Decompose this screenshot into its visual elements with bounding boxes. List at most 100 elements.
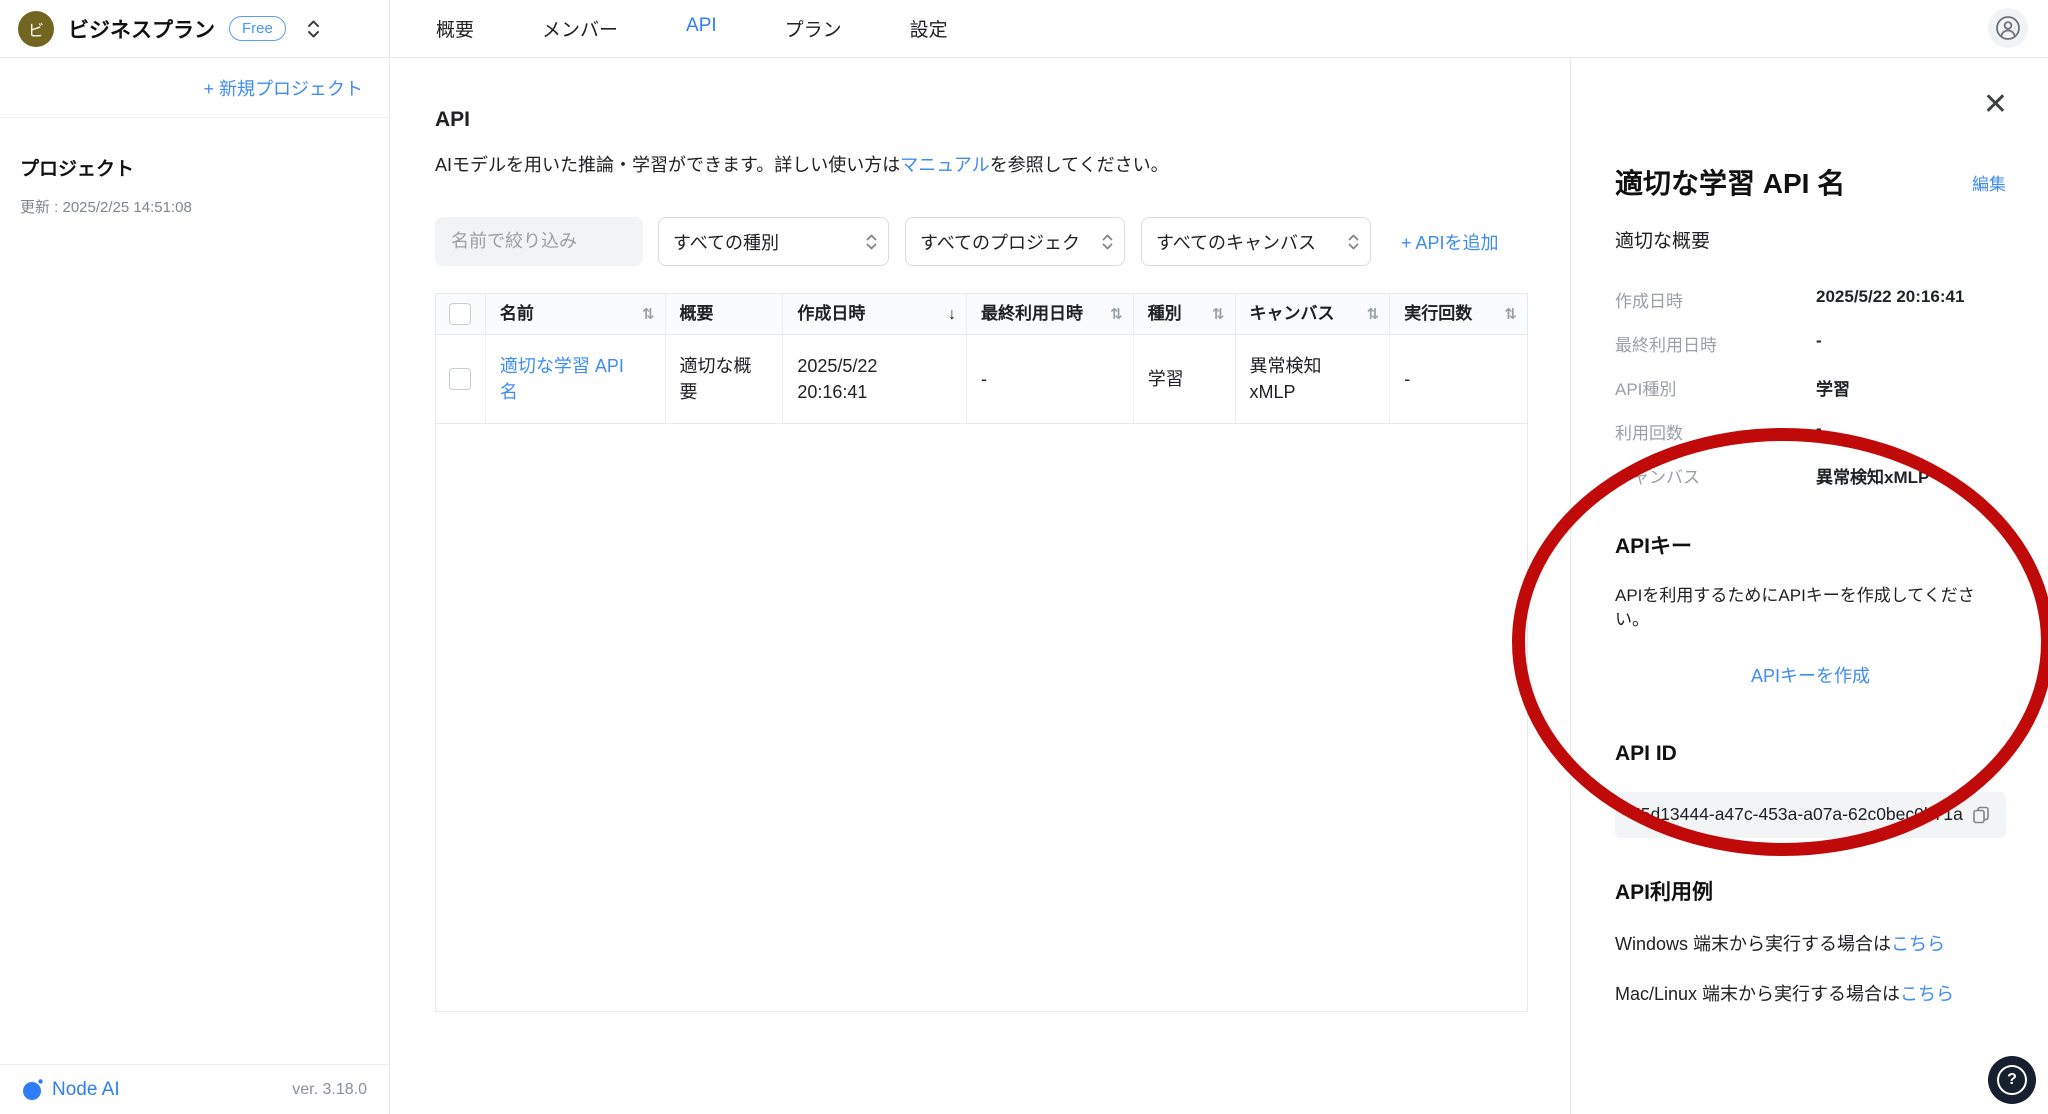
column-label: 最終利用日時 xyxy=(981,302,1083,327)
tab-plan[interactable]: プラン xyxy=(785,15,842,42)
page-title: API xyxy=(435,108,1570,132)
canvas-text: 異常検知xMLP xyxy=(1250,353,1350,405)
type-filter-select[interactable]: すべての種別 xyxy=(658,217,889,266)
api-key-heading: APIキー xyxy=(1615,530,2006,560)
column-header-created[interactable]: 作成日時 ↓ xyxy=(783,294,967,334)
detail-label: 最終利用日時 xyxy=(1615,331,1816,356)
description-text-suffix: を参照してください。 xyxy=(990,155,1169,175)
detail-row-usage-count: 利用回数 - xyxy=(1615,419,2006,444)
create-api-key-button[interactable]: APIキーを作成 xyxy=(1751,666,1870,686)
usage-windows-link[interactable]: こちら xyxy=(1891,934,1945,954)
user-avatar-icon[interactable] xyxy=(1988,8,2028,48)
tab-settings[interactable]: 設定 xyxy=(910,15,948,42)
workspace-selector[interactable]: ビ ビジネスプラン Free xyxy=(0,0,390,57)
node-ai-logo-icon xyxy=(22,1078,44,1102)
detail-label: 利用回数 xyxy=(1615,419,1816,444)
node-ai-logo: Node AI xyxy=(22,1078,120,1102)
table-row: 適切な学習 API 名 適切な概要 2025/5/22 20:16:41 - 学… xyxy=(436,335,1527,424)
select-all-cell xyxy=(436,294,486,334)
column-header-runs[interactable]: 実行回数 ⇅ xyxy=(1390,294,1527,334)
sort-desc-icon[interactable]: ↓ xyxy=(948,303,956,326)
sidebar-footer: Node AI ver. 3.18.0 xyxy=(0,1064,389,1114)
canvas-filter-value: すべてのキャンバス xyxy=(1156,229,1316,255)
api-id-box: 55d13444-a47c-453a-a07a-62c0bec0b71a xyxy=(1615,792,2006,838)
cell-runs: - xyxy=(1390,335,1527,423)
column-header-canvas[interactable]: キャンバス ⇅ xyxy=(1236,294,1391,334)
api-usage-heading: API利用例 xyxy=(1615,876,2006,906)
tab-overview[interactable]: 概要 xyxy=(436,15,474,42)
detail-label: 作成日時 xyxy=(1615,287,1816,312)
app-window: ビ ビジネスプラン Free 概要 メンバー API プラン 設定 + 新規プロ… xyxy=(0,0,2048,1114)
column-header-last-used[interactable]: 最終利用日時 ⇅ xyxy=(967,294,1134,334)
sort-icon[interactable]: ⇅ xyxy=(1504,304,1517,326)
help-button[interactable]: ? xyxy=(1988,1056,2036,1104)
new-project-button[interactable]: + 新規プロジェクト xyxy=(203,75,363,101)
detail-value: 異常検知xMLP xyxy=(1816,463,1929,488)
detail-row-last-used: 最終利用日時 - xyxy=(1615,331,2006,356)
sidebar-section-title: プロジェクト xyxy=(20,154,389,181)
workspace-name: ビジネスプラン xyxy=(68,14,215,44)
description-text: AIモデルを用いた推論・学習ができます。詳しい使い方は xyxy=(435,155,900,175)
node-ai-logo-text: Node AI xyxy=(52,1079,120,1101)
api-table: 名前 ⇅ 概要 作成日時 ↓ 最終利用日時 ⇅ 種別 ⇅ xyxy=(435,293,1528,1012)
top-bar: ビ ビジネスプラン Free 概要 メンバー API プラン 設定 xyxy=(0,0,2048,58)
cell-canvas: 異常検知xMLP xyxy=(1236,335,1391,423)
chevron-up-down-icon[interactable] xyxy=(306,17,321,41)
detail-list: 作成日時 2025/5/22 20:16:41 最終利用日時 - API種別 学… xyxy=(1615,287,2006,488)
workspace-avatar: ビ xyxy=(18,11,54,47)
row-checkbox[interactable] xyxy=(449,368,471,390)
select-all-checkbox[interactable] xyxy=(449,303,471,325)
usage-mac-link[interactable]: こちら xyxy=(1900,984,1954,1004)
created-text: 2025/5/22 20:16:41 xyxy=(797,353,952,405)
new-project-row: + 新規プロジェクト xyxy=(0,58,389,118)
chevron-up-down-icon xyxy=(1347,231,1360,253)
column-label: 種別 xyxy=(1148,302,1182,327)
plan-badge: Free xyxy=(229,16,286,42)
edit-button[interactable]: 編集 xyxy=(1972,170,2006,195)
column-header-name[interactable]: 名前 ⇅ xyxy=(486,294,666,334)
type-text: 学習 xyxy=(1148,366,1184,392)
detail-value: - xyxy=(1816,331,1822,356)
chevron-up-down-icon xyxy=(1101,231,1114,253)
detail-row-created: 作成日時 2025/5/22 20:16:41 xyxy=(1615,287,2006,312)
table-header-row: 名前 ⇅ 概要 作成日時 ↓ 最終利用日時 ⇅ 種別 ⇅ xyxy=(436,294,1527,335)
canvas-filter-select[interactable]: すべてのキャンバス xyxy=(1141,217,1371,266)
usage-windows-line: Windows 端末から実行する場合はこちら xyxy=(1615,930,2006,956)
app-version: ver. 3.18.0 xyxy=(292,1081,367,1099)
sort-icon[interactable]: ⇅ xyxy=(642,304,655,326)
runs-text: - xyxy=(1404,366,1410,392)
search-input[interactable] xyxy=(435,217,643,266)
column-header-type[interactable]: 種別 ⇅ xyxy=(1134,294,1236,334)
page-description: AIモデルを用いた推論・学習ができます。詳しい使い方はマニュアルを参照してくださ… xyxy=(435,154,1570,177)
sort-icon[interactable]: ⇅ xyxy=(1212,304,1225,326)
project-updated-timestamp: 更新 : 2025/2/25 14:51:08 xyxy=(20,196,389,217)
copy-icon[interactable] xyxy=(1970,804,1992,826)
sort-icon[interactable]: ⇅ xyxy=(1367,304,1380,326)
detail-panel: ✕ 適切な学習 API 名 編集 適切な概要 作成日時 2025/5/22 20… xyxy=(1570,58,2048,1114)
tab-api[interactable]: API xyxy=(686,15,717,42)
column-label: 名前 xyxy=(500,302,534,327)
main-tabs: 概要 メンバー API プラン 設定 xyxy=(436,15,948,42)
cell-name: 適切な学習 API 名 xyxy=(486,335,666,423)
close-icon[interactable]: ✕ xyxy=(1983,90,2008,120)
detail-row-api-type: API種別 学習 xyxy=(1615,375,2006,400)
column-label: キャンバス xyxy=(1250,302,1335,327)
api-name-link[interactable]: 適切な学習 API 名 xyxy=(500,353,635,405)
usage-windows-text: Windows 端末から実行する場合は xyxy=(1615,934,1891,954)
table-empty-area xyxy=(436,424,1527,1011)
last-used-text: - xyxy=(981,366,987,392)
sort-icon[interactable]: ⇅ xyxy=(1110,304,1123,326)
column-header-summary[interactable]: 概要 xyxy=(666,294,784,334)
detail-label: キャンバス xyxy=(1615,463,1816,488)
detail-row-canvas: キャンバス 異常検知xMLP xyxy=(1615,463,2006,488)
row-select-cell xyxy=(436,335,486,423)
cell-type: 学習 xyxy=(1134,335,1236,423)
add-api-button[interactable]: + APIを追加 xyxy=(1401,229,1499,255)
api-id-heading: API ID xyxy=(1615,742,2006,766)
manual-link[interactable]: マニュアル xyxy=(900,155,989,175)
project-filter-value: すべてのプロジェク xyxy=(920,229,1080,255)
project-filter-select[interactable]: すべてのプロジェク xyxy=(905,217,1125,266)
cell-last-used: - xyxy=(967,335,1134,423)
tab-members[interactable]: メンバー xyxy=(542,15,618,42)
detail-value: - xyxy=(1816,419,1822,444)
